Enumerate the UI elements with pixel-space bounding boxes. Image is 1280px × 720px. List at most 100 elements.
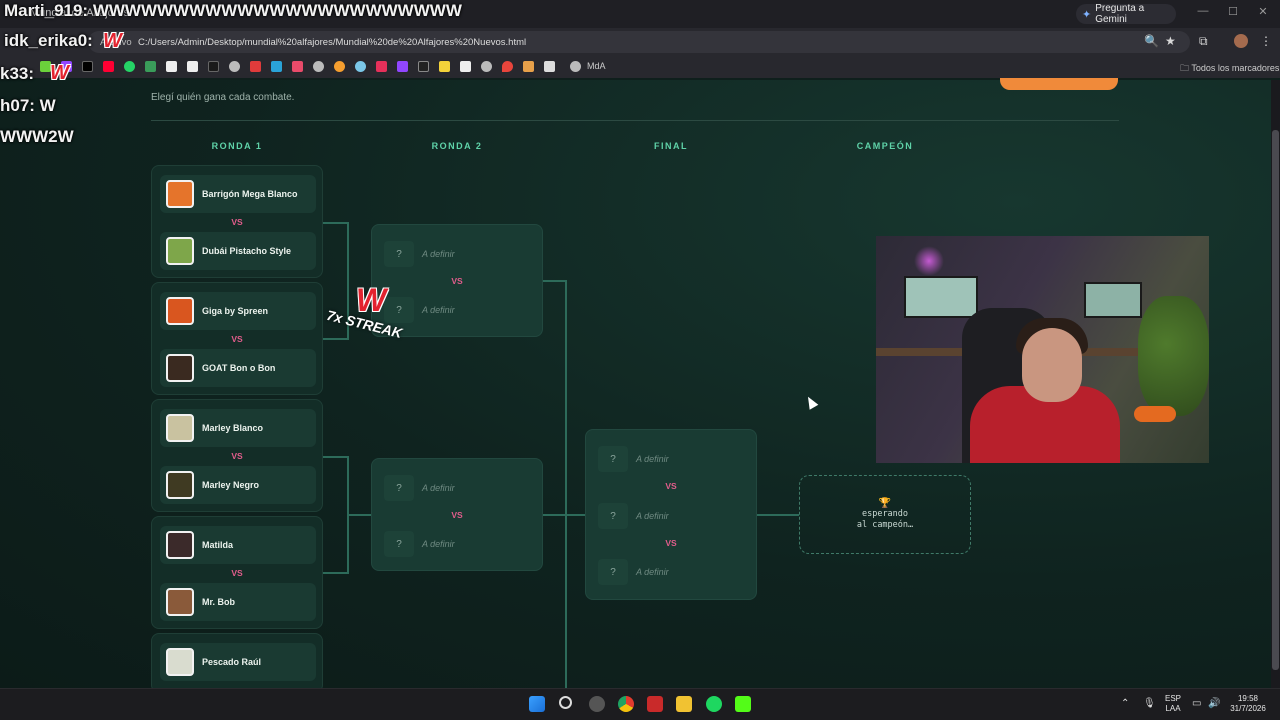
- chat-line: idk_erika0:: [4, 31, 93, 50]
- app-icon[interactable]: [589, 696, 605, 712]
- language-indicator[interactable]: ESP LAA: [1163, 694, 1183, 714]
- all-bookmarks[interactable]: 🗀 Todos los marcadores: [1180, 61, 1279, 77]
- contender-slot[interactable]: Barrigón Mega Blanco: [160, 175, 316, 213]
- gemini-label: Pregunta a Gemini: [1095, 3, 1145, 25]
- bookmark-drive-icon[interactable]: [145, 61, 156, 72]
- chrome-icon[interactable]: [618, 696, 634, 712]
- maximize-icon[interactable]: ☐: [1218, 5, 1248, 18]
- alfajor-thumbnail: [166, 531, 194, 559]
- app-icon[interactable]: [647, 696, 663, 712]
- bookmark-site-icon[interactable]: [166, 61, 177, 72]
- contender-slot[interactable]: Pescado Raúl: [160, 643, 316, 681]
- contender-slot[interactable]: Giga by Spreen: [160, 292, 316, 330]
- header-divider: [151, 120, 1119, 121]
- contender-slot[interactable]: GOAT Bon o Bon: [160, 349, 316, 387]
- star-icon[interactable]: ★: [1165, 34, 1176, 48]
- gemini-button[interactable]: ✦ Pregunta a Gemini: [1076, 3, 1176, 25]
- bookmark-globe-icon[interactable]: [481, 61, 492, 72]
- bookmark-bolt-icon[interactable]: [250, 61, 261, 72]
- bookmark-twitch-icon[interactable]: [397, 61, 408, 72]
- contender-slot[interactable]: Marley Negro: [160, 466, 316, 504]
- zoom-icon[interactable]: 🔍: [1144, 34, 1159, 48]
- round-1-heading: RONDA 1: [211, 141, 263, 151]
- pending-slot[interactable]: ? A definir: [384, 529, 532, 559]
- vs-label: VS: [231, 334, 243, 344]
- clock-time: 19:58: [1237, 694, 1259, 703]
- bookmark-site-icon[interactable]: [376, 61, 387, 72]
- page-subtitle: Elegí quién gana cada combate.: [151, 92, 295, 103]
- pending-slot[interactable]: ? A definir: [384, 239, 532, 269]
- vs-label: VS: [451, 510, 463, 520]
- scrollbar-thumb[interactable]: [1272, 130, 1279, 670]
- bookmark-site-icon[interactable]: [355, 61, 366, 72]
- contender-name: Mr. Bob: [202, 597, 235, 607]
- w-emote: W: [356, 282, 387, 318]
- webcam-overlay: [876, 236, 1209, 463]
- windows-taskbar: [0, 688, 1280, 720]
- profile-avatar[interactable]: [1234, 34, 1248, 48]
- pending-slot[interactable]: ? A definir: [598, 444, 746, 474]
- vs-label: VS: [231, 217, 243, 227]
- unknown-icon: ?: [384, 297, 414, 323]
- tbd-label: A definir: [422, 483, 455, 493]
- clock[interactable]: 19:58 31/7/2026: [1226, 694, 1270, 714]
- bookmark-globe-icon[interactable]: [570, 61, 581, 72]
- pending-slot[interactable]: ? A definir: [598, 557, 746, 587]
- bookmark-mda[interactable]: MdA: [587, 61, 606, 71]
- bookmark-whatsapp-icon[interactable]: [124, 61, 135, 72]
- minimize-icon[interactable]: —: [1188, 5, 1218, 17]
- bookmark-site-icon[interactable]: [418, 61, 429, 72]
- extensions-icon[interactable]: ⧉: [1199, 34, 1208, 49]
- bookmark-globe-icon[interactable]: [229, 61, 240, 72]
- menu-icon[interactable]: ⋮: [1260, 34, 1272, 48]
- close-icon[interactable]: ✕: [1248, 5, 1278, 18]
- unknown-icon: ?: [598, 446, 628, 472]
- network-icon[interactable]: ▭: [1192, 698, 1201, 709]
- bookmark-site-icon[interactable]: [439, 61, 450, 72]
- volume-icon[interactable]: 🔊: [1208, 698, 1220, 709]
- contender-slot[interactable]: Marley Blanco: [160, 409, 316, 447]
- microphone-icon[interactable]: 🎙: [1143, 698, 1156, 709]
- bookmark-maps-icon[interactable]: [502, 61, 513, 72]
- final-match: ? A definir VS ? A definir VS ? A definir: [585, 429, 757, 600]
- orange-action-button[interactable]: [1000, 78, 1118, 90]
- bookmark-site-icon[interactable]: [544, 61, 555, 72]
- vs-label: VS: [231, 451, 243, 461]
- search-icon[interactable]: [559, 696, 572, 709]
- pending-slot[interactable]: ? A definir: [598, 501, 746, 531]
- round1-match-4: Matilda VS Mr. Bob: [151, 516, 323, 629]
- vs-label: VS: [665, 481, 677, 491]
- kick-icon[interactable]: [735, 696, 751, 712]
- vs-label: VS: [451, 276, 463, 286]
- alfajor-thumbnail: [166, 354, 194, 382]
- spotify-icon[interactable]: [706, 696, 722, 712]
- folder-icon[interactable]: [676, 696, 692, 712]
- contender-slot[interactable]: Mr. Bob: [160, 583, 316, 621]
- unknown-icon: ?: [384, 531, 414, 557]
- bookmark-globe-icon[interactable]: [313, 61, 324, 72]
- round1-match-1: Barrigón Mega Blanco VS Dubái Pistacho S…: [151, 165, 323, 278]
- bookmark-chart-icon[interactable]: [208, 61, 219, 72]
- bookmark-site-icon[interactable]: [523, 61, 534, 72]
- tbd-label: A definir: [636, 567, 669, 577]
- folder-icon: 🗀: [1180, 63, 1192, 73]
- tbd-label: A definir: [422, 249, 455, 259]
- trophy-icon: 🏆: [878, 498, 892, 509]
- contender-name: Dubái Pistacho Style: [202, 246, 292, 256]
- bookmark-site-icon[interactable]: [460, 61, 471, 72]
- bookmark-site-icon[interactable]: [334, 61, 345, 72]
- tray-chevron-icon[interactable]: ⌃: [1121, 698, 1129, 709]
- bookmark-site-icon[interactable]: [271, 61, 282, 72]
- lang-top: ESP: [1164, 694, 1181, 703]
- bookmark-site-icon[interactable]: [187, 61, 198, 72]
- pending-slot[interactable]: ? A definir: [384, 473, 532, 503]
- bookmark-site-icon[interactable]: [292, 61, 303, 72]
- bookmark-x-icon[interactable]: [82, 61, 93, 72]
- bookmark-youtube-icon[interactable]: [103, 61, 114, 72]
- alfajor-thumbnail: [166, 237, 194, 265]
- pending-slot[interactable]: ? A definir: [384, 295, 532, 325]
- windows-start-icon[interactable]: [529, 696, 545, 712]
- contender-slot[interactable]: Matilda: [160, 526, 316, 564]
- contender-slot[interactable]: Dubái Pistacho Style: [160, 232, 316, 270]
- url-text[interactable]: C:/Users/Admin/Desktop/mundial%20alfajor…: [138, 37, 526, 48]
